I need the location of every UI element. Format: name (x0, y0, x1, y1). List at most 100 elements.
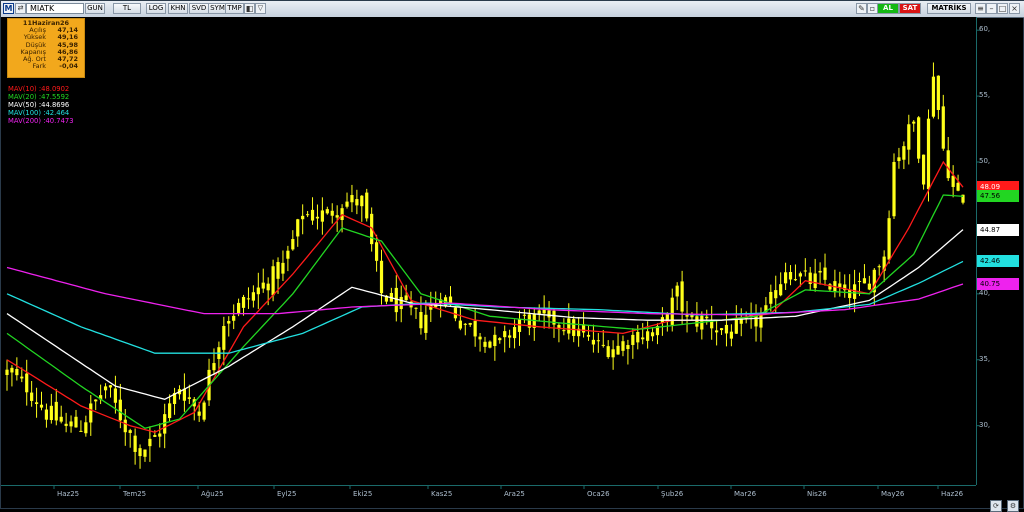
candle-body (266, 283, 270, 291)
price-tag: 47.56 (977, 190, 1019, 203)
candle-body (596, 340, 600, 342)
zoom-icon[interactable]: ◧ (244, 3, 255, 14)
reverse-arrows-icon[interactable]: ⇄ (15, 3, 26, 14)
candle-body (823, 267, 827, 280)
candle-body (133, 435, 137, 452)
legend-value: :44.8696 (38, 101, 70, 109)
candle-body (197, 411, 201, 416)
settings-icon[interactable]: ⚙ (1007, 500, 1019, 512)
currency-button[interactable]: TL (113, 3, 141, 14)
candle-body (202, 402, 206, 420)
x-tick-label: Mar26 (734, 490, 757, 498)
candle-body (803, 270, 807, 272)
candle-body (562, 330, 566, 332)
candle-body (10, 367, 14, 373)
x-tick-label: Tem25 (123, 490, 147, 498)
x-tick-label: Ara25 (504, 490, 525, 498)
legend-label: MAV(20) (8, 93, 37, 101)
candle-body (675, 285, 679, 297)
info-value: -0,04 (59, 62, 78, 71)
menu-icon[interactable]: ≡ (975, 3, 986, 14)
close-icon[interactable]: × (1009, 3, 1020, 14)
price-tag: 44.87 (977, 223, 1019, 236)
candle-body (232, 315, 236, 321)
pencil-icon[interactable]: ✎ (856, 3, 867, 14)
price-tag: 42.46 (977, 255, 1019, 268)
legend-mav50: MAV(50) :44.8696 (8, 101, 69, 109)
y-tick-label: 50, (979, 157, 991, 165)
candle-body (148, 438, 152, 447)
candle-body (902, 146, 906, 160)
candle-body (143, 449, 147, 457)
legend-value: :48.0902 (38, 85, 70, 93)
candle-body (478, 336, 482, 340)
candle-body (261, 282, 265, 289)
candle-body (769, 291, 773, 304)
matriks-button[interactable]: MATRİKS (927, 3, 971, 14)
candle-body (892, 162, 896, 217)
candle-body (907, 124, 911, 150)
candle-body (414, 307, 418, 309)
candle-body (5, 369, 9, 376)
svd-button[interactable]: SVD (189, 3, 209, 14)
candle-body (103, 386, 108, 391)
x-tick-label: Kas25 (431, 490, 453, 498)
legend-value: :42.464 (43, 109, 70, 117)
period-button[interactable]: GUN (85, 3, 105, 14)
candle-body (926, 118, 931, 190)
price-chart[interactable] (1, 17, 1024, 510)
chart-window: M ⇄ MIATK GUN TL LOG KHN SVD SYM TMP ◧ ▽… (0, 0, 1024, 512)
candle-body (542, 309, 546, 314)
x-tick-label: Ağu25 (201, 490, 224, 498)
candle-body (685, 315, 689, 317)
candle-body (404, 295, 408, 301)
candle-body (182, 388, 187, 401)
candle-body (355, 199, 359, 206)
candle-body (867, 283, 871, 290)
candle-body (547, 310, 551, 318)
candle-body (424, 314, 428, 333)
minimize-icon[interactable]: – (986, 3, 997, 14)
khn-button[interactable]: KHN (168, 3, 188, 14)
candle-body (281, 262, 285, 274)
candle-body (74, 416, 78, 428)
sell-button[interactable]: SAT (899, 3, 921, 14)
candle-body (138, 448, 142, 457)
candle-body (522, 314, 527, 316)
y-tick-label: 55, (979, 91, 991, 100)
candle-body (611, 349, 615, 358)
candle-body (335, 215, 339, 218)
candle-body (715, 330, 719, 333)
candle-body (286, 250, 290, 259)
candle-body (567, 318, 571, 334)
candle-body (862, 278, 867, 284)
candle-body (877, 266, 881, 268)
candle-body (79, 430, 83, 432)
buy-button[interactable]: AL (877, 3, 899, 14)
candle-body (936, 75, 940, 110)
maximize-icon[interactable]: □ (997, 3, 1008, 14)
candle-body (246, 298, 251, 300)
x-tick-label: Nis26 (807, 490, 827, 498)
candle-body (64, 423, 68, 426)
legend-mav10: MAV(10) :48.0902 (8, 85, 69, 93)
x-tick-label: Haz25 (57, 490, 80, 498)
log-button[interactable]: LOG (146, 3, 166, 14)
candle-body (113, 388, 118, 403)
candle-body (453, 307, 458, 319)
candle-body (118, 399, 122, 421)
symbol-input[interactable]: MIATK (26, 3, 84, 14)
legend-label: MAV(10) (8, 85, 37, 93)
dropdown-chevron-icon[interactable]: ▽ (255, 3, 266, 14)
tmp-button[interactable]: TMP (225, 3, 244, 14)
y-tick-label: 30, (979, 420, 991, 429)
candle-body (49, 405, 53, 421)
candle-body (237, 302, 241, 314)
candle-body (168, 403, 172, 419)
legend-mav20: MAV(20) :47.5592 (8, 93, 69, 101)
refresh-icon[interactable]: ⟳ (989, 500, 1002, 512)
candle-body (59, 416, 63, 422)
candle-body (212, 363, 216, 371)
candle-body (30, 392, 34, 401)
candle-body (719, 328, 724, 331)
